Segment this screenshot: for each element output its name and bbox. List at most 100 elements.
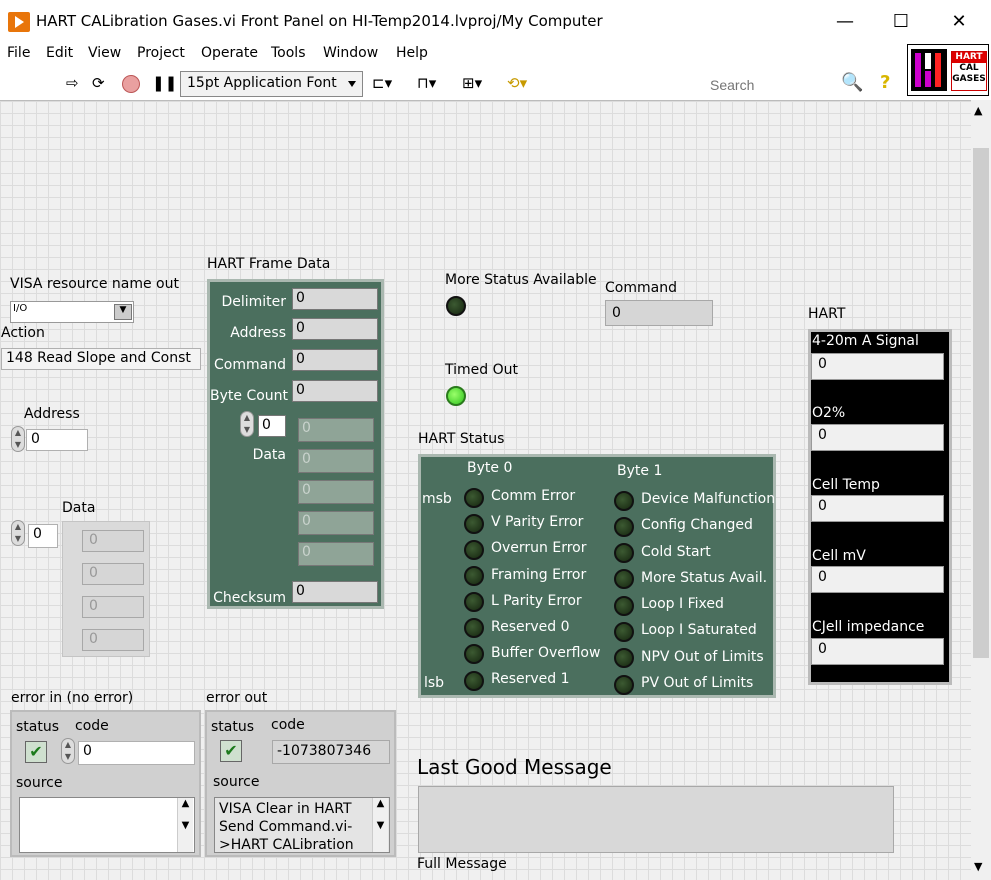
- abort-icon[interactable]: [122, 75, 140, 93]
- vi-icon: HART CAL GASES: [907, 44, 989, 96]
- distribute-objects-icon[interactable]: ⊓▾: [417, 74, 436, 94]
- error-in-status-label: status: [16, 719, 60, 735]
- status-item-label: Loop I Saturated: [641, 622, 757, 638]
- reserved-1-led: [464, 671, 484, 691]
- loop-i-fixed-led: [614, 596, 634, 616]
- align-objects-icon[interactable]: ⊏▾: [372, 74, 392, 94]
- error-out-source-label: source: [213, 774, 260, 790]
- font-select[interactable]: 15pt Application Font: [180, 71, 363, 97]
- status-item-label: NPV Out of Limits: [641, 649, 764, 665]
- status-item-label: Overrun Error: [491, 540, 587, 556]
- cell-mv-label: Cell mV: [812, 548, 866, 564]
- window-title: HART CALibration Gases.vi Front Panel on…: [36, 12, 603, 30]
- data-element[interactable]: 0: [82, 596, 144, 618]
- menu-operate[interactable]: Operate: [201, 45, 258, 61]
- reorder-icon[interactable]: ⟲▾: [507, 74, 527, 94]
- scroll-down-icon[interactable]: ▼: [974, 860, 982, 873]
- comm-error-led: [464, 488, 484, 508]
- status-item-label: V Parity Error: [491, 514, 584, 530]
- hart-status-title: HART Status: [418, 431, 505, 447]
- maximize-button[interactable]: ☐: [886, 10, 916, 34]
- delimiter-field: 0: [292, 288, 378, 310]
- menu-window[interactable]: Window: [323, 45, 378, 61]
- frame-data-stepper[interactable]: ▲ ▼: [240, 411, 254, 437]
- frame-command-label: Command: [214, 357, 286, 373]
- visa-resource-select[interactable]: I/O ▼: [10, 301, 134, 323]
- timed-out-label: Timed Out: [445, 362, 518, 378]
- last-good-message-label: Last Good Message: [417, 755, 612, 779]
- labview-run-icon: [8, 12, 30, 32]
- data-index-stepper[interactable]: ▲ ▼: [11, 520, 25, 546]
- error-in-code-stepper[interactable]: ▲ ▼: [61, 738, 75, 764]
- error-in-code-label: code: [75, 718, 109, 734]
- overrun-error-led: [464, 540, 484, 560]
- byte0-label: Byte 0: [467, 460, 513, 476]
- hart-title: HART: [808, 306, 846, 322]
- run-continuously-icon[interactable]: ⟳: [92, 74, 105, 94]
- error-in-status-checkbox[interactable]: ✔: [25, 741, 47, 763]
- status-item-label: L Parity Error: [491, 593, 582, 609]
- npv-out-of-limits-led: [614, 648, 634, 668]
- status-item-label: Cold Start: [641, 544, 711, 560]
- checksum-field: 0: [292, 581, 378, 603]
- menu-file[interactable]: File: [7, 45, 30, 61]
- menu-project[interactable]: Project: [137, 45, 185, 61]
- address-stepper[interactable]: ▲ ▼: [11, 426, 25, 452]
- minimize-button[interactable]: —: [830, 10, 860, 34]
- close-button[interactable]: ✕: [944, 10, 974, 34]
- signal-label: 4-20m A Signal: [812, 333, 919, 349]
- pv-out-of-limits-led: [614, 675, 634, 695]
- scrollbar-thumb[interactable]: [973, 148, 989, 658]
- data-element[interactable]: 0: [82, 629, 144, 651]
- last-good-message-indicator: [418, 786, 894, 853]
- error-out-title: error out: [206, 690, 268, 706]
- status-item-label: Device Malfunction: [641, 491, 776, 507]
- resize-objects-icon[interactable]: ⊞▾: [462, 74, 482, 94]
- action-ring[interactable]: 148 Read Slope and Const: [1, 348, 201, 370]
- error-out-status-label: status: [211, 719, 255, 735]
- error-out-source-scrollbar[interactable]: ▲ ▼: [372, 798, 388, 852]
- menu-edit[interactable]: Edit: [46, 45, 73, 61]
- menu-view[interactable]: View: [88, 45, 121, 61]
- error-out-code-label: code: [271, 717, 305, 733]
- chevron-down-icon[interactable]: ▼: [114, 304, 132, 320]
- status-item-label: Config Changed: [641, 517, 753, 533]
- run-arrow-icon[interactable]: ⇨: [66, 74, 79, 94]
- status-item-label: Reserved 0: [491, 619, 570, 635]
- error-in-source-scrollbar[interactable]: ▲ ▼: [177, 798, 193, 852]
- lsb-label: lsb: [424, 675, 445, 691]
- v-parity-error-led: [464, 514, 484, 534]
- frame-command-field: 0: [292, 349, 378, 371]
- status-item-label: Framing Error: [491, 567, 587, 583]
- frame-title: HART Frame Data: [207, 256, 331, 272]
- l-parity-error-led: [464, 592, 484, 612]
- vi-icon-pattern: [911, 49, 947, 91]
- impedance-label: CJell impedance: [812, 619, 925, 635]
- o2-label: O2%: [812, 405, 846, 421]
- frame-data-element: 0: [298, 511, 374, 535]
- loop-i-saturated-led: [614, 622, 634, 642]
- menu-help[interactable]: Help: [396, 45, 428, 61]
- search-icon[interactable]: 🔍: [841, 72, 863, 93]
- frame-data-element: 0: [298, 480, 374, 504]
- address-input[interactable]: 0: [26, 429, 88, 451]
- help-icon[interactable]: ?: [880, 72, 890, 93]
- error-in-code-input[interactable]: 0: [78, 741, 195, 765]
- menu-tools[interactable]: Tools: [271, 45, 306, 61]
- vi-icon-text: HART CAL GASES: [951, 51, 987, 91]
- msb-label: msb: [422, 491, 452, 507]
- frame-data-element: 0: [298, 449, 374, 473]
- buffer-overflow-led: [464, 644, 484, 664]
- status-item-label: PV Out of Limits: [641, 675, 754, 691]
- status-item-label: Reserved 1: [491, 671, 570, 687]
- data-index[interactable]: 0: [28, 524, 58, 548]
- error-in-source-input[interactable]: [19, 797, 195, 853]
- menu-bar: File Edit View Project Operate Tools Win…: [0, 44, 905, 66]
- frame-data-index[interactable]: 0: [258, 415, 286, 437]
- data-element[interactable]: 0: [82, 563, 144, 585]
- device-malfunction-led: [614, 491, 634, 511]
- scroll-up-icon[interactable]: ▲: [974, 104, 982, 117]
- o2-indicator: 0: [811, 424, 944, 451]
- data-element[interactable]: 0: [82, 530, 144, 552]
- pause-icon[interactable]: ❚❚: [152, 74, 177, 94]
